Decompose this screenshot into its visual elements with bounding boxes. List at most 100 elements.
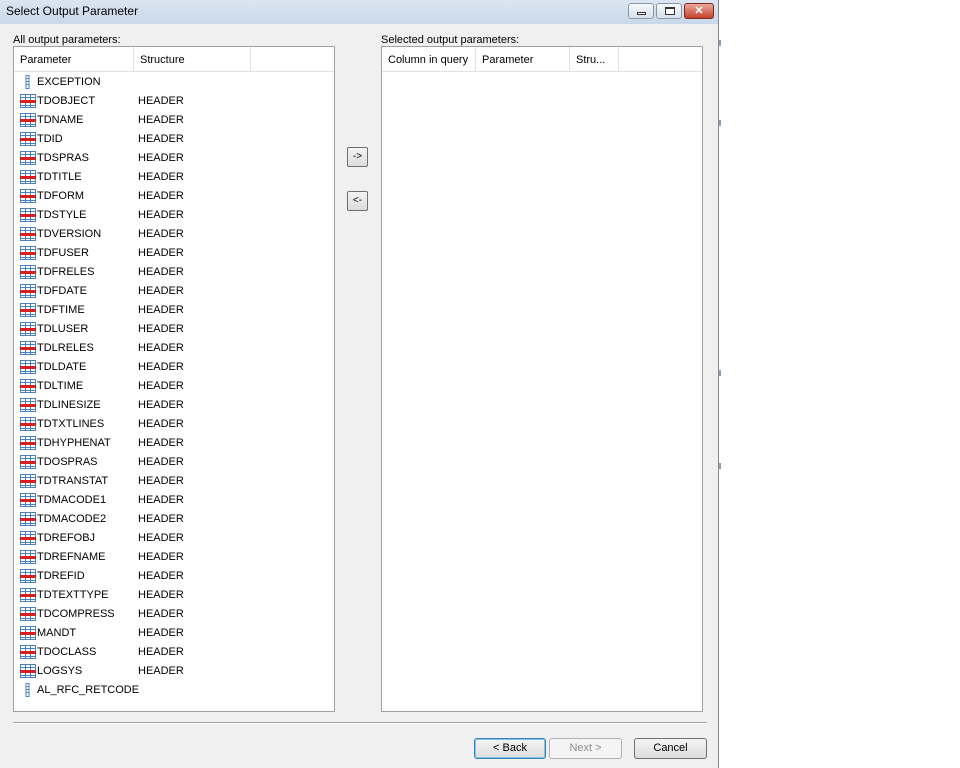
structure-field-icon (20, 493, 36, 507)
list-item[interactable]: TDMACODE1 HEADER (14, 491, 334, 510)
list-item[interactable]: TDLDATE HEADER (14, 358, 334, 377)
list-item[interactable]: EXCEPTION (14, 73, 334, 92)
list-item[interactable]: TDFRELES HEADER (14, 263, 334, 282)
list-item[interactable]: TDMACODE2 HEADER (14, 510, 334, 529)
list-item[interactable]: LOGSYS HEADER (14, 662, 334, 681)
structure-name: HEADER (138, 665, 184, 677)
parameter-name: TDTITLE (37, 171, 82, 183)
structure-field-icon (20, 265, 36, 279)
all-output-parameters-label: All output parameters: (13, 34, 121, 46)
list-item[interactable]: TDLUSER HEADER (14, 320, 334, 339)
list-item[interactable]: TDTEXTTYPE HEADER (14, 586, 334, 605)
column-header-parameter[interactable]: Parameter (14, 47, 134, 71)
column-header-column-in-query[interactable]: Column in query (382, 47, 476, 71)
list-item[interactable]: AL_RFC_RETCODE (14, 681, 334, 700)
list-item[interactable]: TDNAME HEADER (14, 111, 334, 130)
column-header-structure[interactable]: Stru... (570, 47, 619, 71)
list-item[interactable]: TDSPRAS HEADER (14, 149, 334, 168)
parameter-name: TDFDATE (37, 285, 87, 297)
list-item[interactable]: TDFORM HEADER (14, 187, 334, 206)
structure-name: HEADER (138, 247, 184, 259)
structure-field-icon (20, 341, 36, 355)
parameter-name: TDMACODE1 (37, 494, 107, 506)
structure-name: HEADER (138, 228, 184, 240)
structure-name: HEADER (138, 589, 184, 601)
structure-field-icon (20, 417, 36, 431)
list-item[interactable]: TDLTIME HEADER (14, 377, 334, 396)
structure-field-icon (20, 322, 36, 336)
list-item[interactable]: TDOSPRAS HEADER (14, 453, 334, 472)
background-window-edge (719, 463, 721, 469)
structure-name: HEADER (138, 361, 184, 373)
list-header: Parameter Structure (14, 47, 334, 72)
parameter-name: TDFORM (37, 190, 85, 202)
list-item[interactable]: TDTXTLINES HEADER (14, 415, 334, 434)
remove-parameter-button[interactable]: <- (347, 191, 368, 211)
list-item[interactable]: TDREFNAME HEADER (14, 548, 334, 567)
structure-field-icon (20, 398, 36, 412)
structure-name: HEADER (138, 475, 184, 487)
structure-name: HEADER (138, 570, 184, 582)
list-item[interactable]: TDFDATE HEADER (14, 282, 334, 301)
structure-field-icon (20, 645, 36, 659)
list-item[interactable]: TDSTYLE HEADER (14, 206, 334, 225)
structure-field-icon (20, 284, 36, 298)
close-button[interactable]: ✕ (684, 3, 714, 19)
structure-field-icon (20, 550, 36, 564)
parameter-name: TDHYPHENAT (37, 437, 111, 449)
selected-output-parameters-label: Selected output parameters: (381, 34, 520, 46)
parameter-name: TDOCLASS (37, 646, 97, 658)
parameter-name: TDLUSER (37, 323, 89, 335)
list-item[interactable]: TDTRANSTAT HEADER (14, 472, 334, 491)
back-button[interactable]: < Back (474, 738, 546, 759)
list-item[interactable]: TDHYPHENAT HEADER (14, 434, 334, 453)
structure-field-icon (20, 531, 36, 545)
structure-name: HEADER (138, 551, 184, 563)
footer-separator (13, 722, 707, 724)
parameter-name: TDTXTLINES (37, 418, 105, 430)
column-header-parameter[interactable]: Parameter (476, 47, 570, 71)
structure-name: HEADER (138, 285, 184, 297)
structure-field-icon (20, 588, 36, 602)
list-item[interactable]: TDLRELES HEADER (14, 339, 334, 358)
cancel-button[interactable]: Cancel (634, 738, 707, 759)
add-parameter-button[interactable]: -> (347, 147, 368, 167)
structure-name: HEADER (138, 456, 184, 468)
column-header-structure[interactable]: Structure (134, 47, 251, 71)
list-item[interactable]: TDOBJECT HEADER (14, 92, 334, 111)
list-item[interactable]: TDCOMPRESS HEADER (14, 605, 334, 624)
parameter-name: TDSTYLE (37, 209, 87, 221)
list-item[interactable]: TDFUSER HEADER (14, 244, 334, 263)
parameter-name: TDTEXTTYPE (37, 589, 109, 601)
list-item[interactable]: MANDT HEADER (14, 624, 334, 643)
structure-field-icon (20, 170, 36, 184)
minimize-button[interactable] (628, 3, 654, 19)
parameter-name: TDTRANSTAT (37, 475, 109, 487)
structure-name: HEADER (138, 190, 184, 202)
next-button[interactable]: Next > (549, 738, 622, 759)
list-item[interactable]: TDVERSION HEADER (14, 225, 334, 244)
maximize-button[interactable] (656, 3, 682, 19)
close-icon: ✕ (694, 5, 704, 17)
parameter-name: LOGSYS (37, 665, 83, 677)
parameter-name: TDMACODE2 (37, 513, 107, 525)
structure-field-icon (20, 227, 36, 241)
list-item[interactable]: TDTITLE HEADER (14, 168, 334, 187)
parameter-name: TDREFID (37, 570, 85, 582)
structure-field-icon (20, 379, 36, 393)
structure-name: HEADER (138, 95, 184, 107)
structure-field-icon (20, 151, 36, 165)
list-item[interactable]: TDID HEADER (14, 130, 334, 149)
background-window-edge (719, 120, 721, 126)
selected-output-parameters-list[interactable]: Column in query Parameter Stru... (381, 46, 703, 712)
minimize-icon (637, 12, 646, 15)
list-item[interactable]: TDFTIME HEADER (14, 301, 334, 320)
parameter-name: TDFUSER (37, 247, 89, 259)
list-item[interactable]: TDREFOBJ HEADER (14, 529, 334, 548)
structure-field-icon (20, 455, 36, 469)
structure-name: HEADER (138, 418, 184, 430)
list-item[interactable]: TDOCLASS HEADER (14, 643, 334, 662)
list-item[interactable]: TDREFID HEADER (14, 567, 334, 586)
all-output-parameters-list[interactable]: Parameter Structure EXCEPTION TDOBJECT HEA… (13, 46, 335, 712)
list-item[interactable]: TDLINESIZE HEADER (14, 396, 334, 415)
